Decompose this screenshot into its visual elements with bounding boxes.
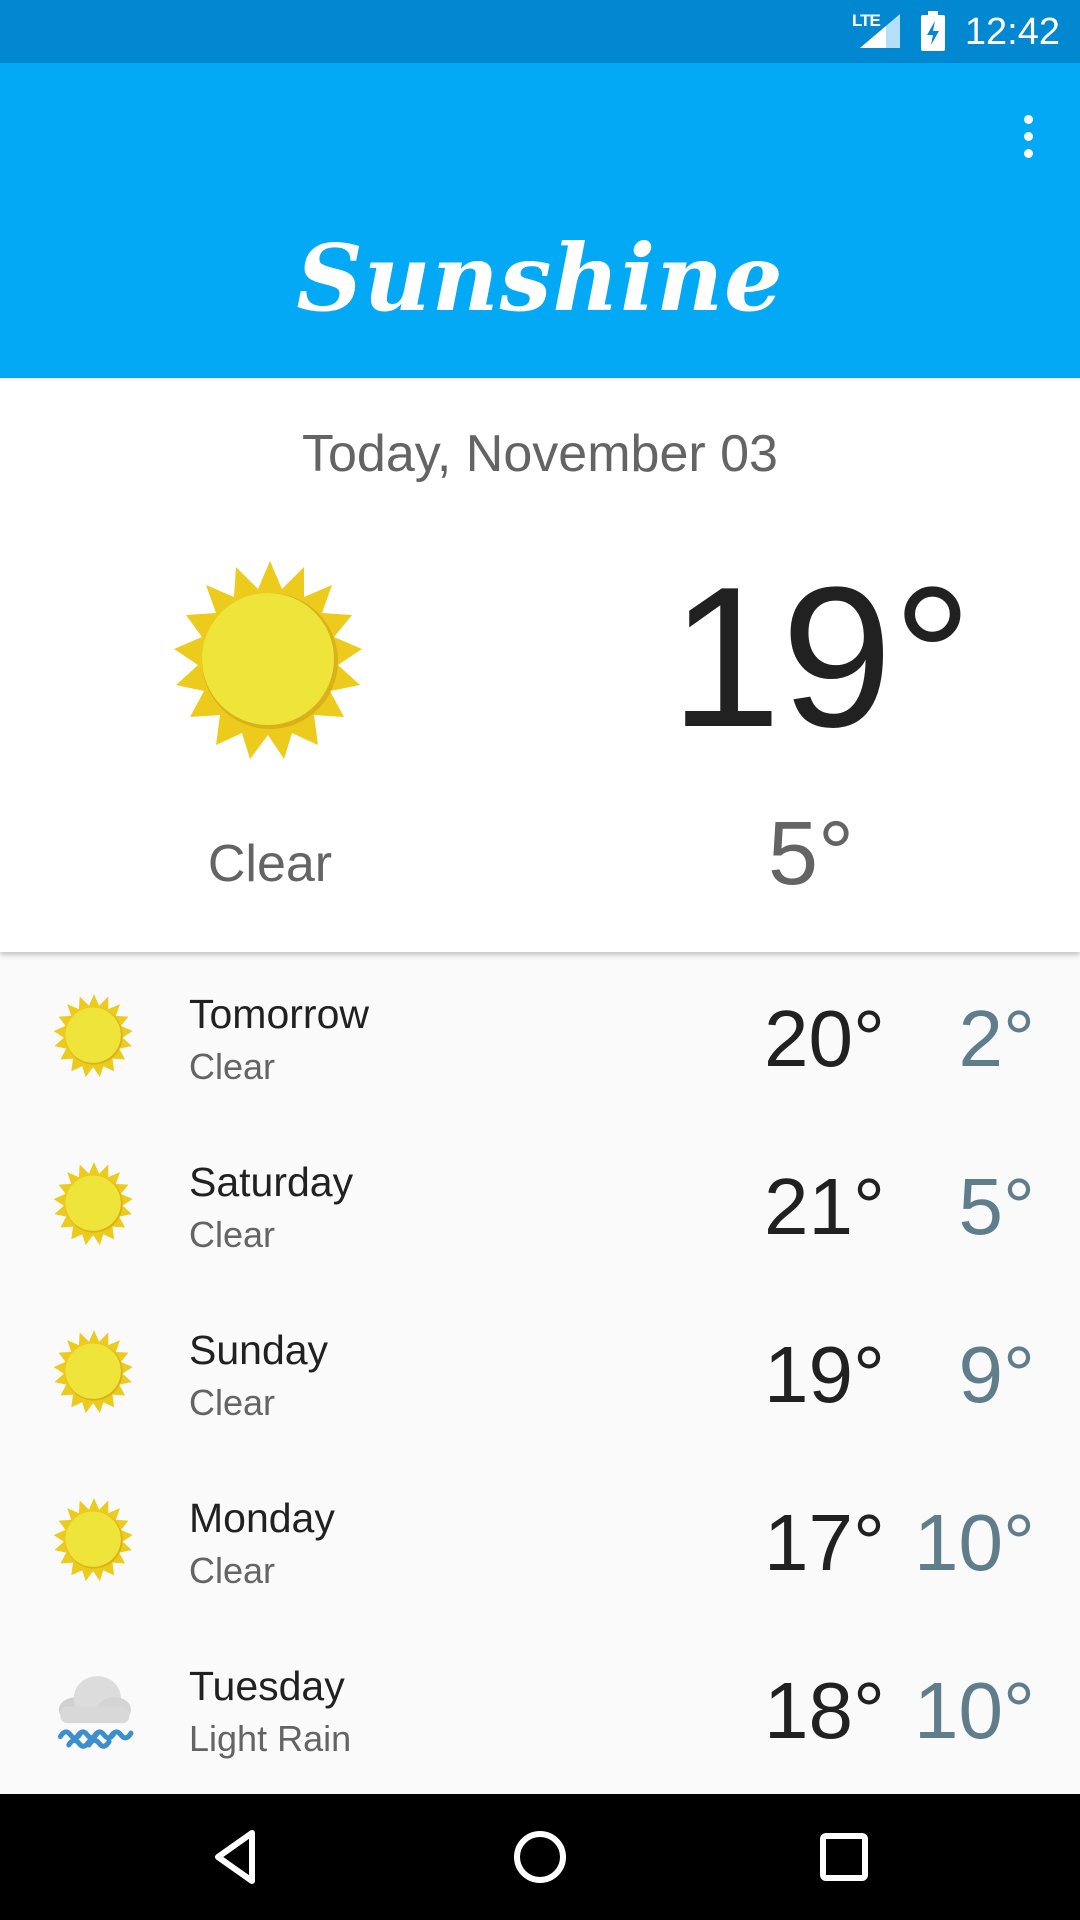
forecast-description: Clear	[189, 1046, 276, 1087]
battery-charging-icon	[921, 11, 945, 51]
forecast-day: Tomorrow	[189, 991, 369, 1037]
home-icon[interactable]	[510, 1827, 570, 1887]
forecast-low-temp: 9°	[958, 1330, 1035, 1419]
forecast-row-sunday[interactable]: Sunday Clear 19° 9°	[0, 1288, 1080, 1456]
status-clock: 12:42	[964, 11, 1060, 53]
today-low-temp: 5°	[768, 804, 855, 904]
forecast-day: Saturday	[189, 1159, 354, 1205]
recents-icon[interactable]	[814, 1827, 874, 1887]
today-date: Today, November 03	[302, 425, 778, 483]
sun-icon	[52, 994, 136, 1078]
forecast-high-temp: 18°	[764, 1666, 885, 1755]
forecast-day: Monday	[189, 1495, 335, 1541]
forecast-low-temp: 5°	[958, 1162, 1035, 1251]
forecast-description: Clear	[189, 1550, 276, 1591]
app-bar: Sunshine	[0, 63, 1080, 378]
today-description: Clear	[207, 835, 333, 893]
overflow-menu-icon[interactable]	[1020, 115, 1036, 161]
sun-icon	[170, 561, 370, 761]
forecast-day: Tuesday	[189, 1663, 345, 1709]
sun-icon	[52, 1498, 136, 1582]
today-high-temp: 19°	[670, 546, 973, 769]
forecast-row-tomorrow[interactable]: Tomorrow Clear 20° 2°	[0, 952, 1080, 1120]
app-title: Sunshine	[296, 224, 784, 332]
forecast-high-temp: 17°	[764, 1498, 885, 1587]
forecast-description: Light Rain	[189, 1718, 352, 1759]
forecast-row-monday[interactable]: Monday Clear 17° 10°	[0, 1456, 1080, 1624]
navigation-bar	[0, 1794, 1080, 1920]
lte-signal-icon	[860, 14, 900, 48]
forecast-low-temp: 10°	[914, 1498, 1035, 1587]
forecast-low-temp: 2°	[958, 994, 1035, 1083]
forecast-low-temp: 10°	[914, 1666, 1035, 1755]
back-icon[interactable]	[206, 1827, 266, 1887]
forecast-description: Clear	[189, 1214, 276, 1255]
forecast-description: Clear	[189, 1382, 276, 1423]
forecast-high-temp: 21°	[764, 1162, 885, 1251]
sun-icon	[52, 1162, 136, 1246]
forecast-row-tuesday[interactable]: Tuesday Light Rain 18° 10°	[0, 1624, 1080, 1792]
forecast-high-temp: 19°	[764, 1330, 885, 1419]
forecast-day: Sunday	[189, 1327, 329, 1373]
sun-icon	[52, 1330, 136, 1414]
today-card[interactable]: Today, November 03 19° 5° Clear	[0, 378, 1080, 952]
forecast-row-saturday[interactable]: Saturday Clear 21° 5°	[0, 1120, 1080, 1288]
forecast-high-temp: 20°	[764, 994, 885, 1083]
rain-cloud-icon	[52, 1666, 136, 1750]
status-bar: LTE 12:42	[0, 0, 1080, 63]
forecast-list[interactable]: Tomorrow Clear 20° 2° Saturday Clear 21°…	[0, 952, 1080, 1794]
